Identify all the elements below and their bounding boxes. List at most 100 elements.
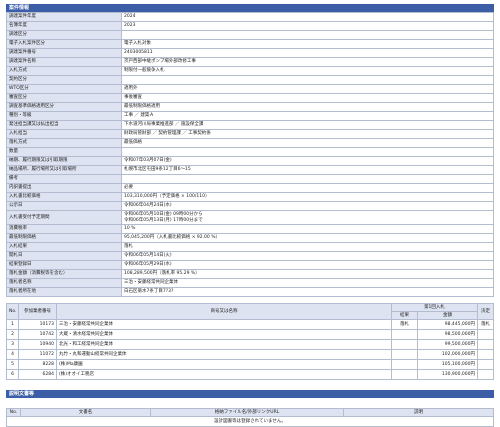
info-label: 審査区分: [6, 93, 122, 103]
info-row: 発注担当課又は払出担当 下水道河川局事業推進部 ／ 施設保全課: [6, 120, 494, 130]
bid-decision: 落札: [477, 319, 494, 330]
docs-col-doc-name: 文書名: [20, 408, 151, 417]
info-row: 落札者名称 三治・安藤経常共同企業体: [6, 278, 494, 288]
info-row: 入札結果 落札: [6, 242, 494, 252]
bid-amount: 99,500,000円: [417, 339, 478, 350]
info-row: 契約区分: [6, 75, 494, 85]
docs-table: No. 文書名 格納ファイル名/外部リンクURL 説明 設計図書等は登録されてい…: [6, 408, 494, 427]
info-value: 2403005811: [121, 48, 494, 58]
info-label: 公示日: [6, 201, 122, 211]
info-value: 財政局管財部 ／ 契約管理課 ／ 工事契約係: [121, 129, 494, 139]
bid-bidder-no: 10940: [18, 339, 57, 350]
info-label: 調達案件名称: [6, 57, 122, 67]
docs-header: 説明文書等: [6, 390, 494, 398]
info-value: 108,289,500円（落札率 95.29 %）: [121, 269, 494, 279]
info-row: 調達案件名称 茨戸西部中継ポンプ場外部改修工事: [6, 57, 494, 67]
info-value: 最低制限価格適用: [121, 102, 494, 112]
bid-row: 4 11072 丸竹・丸和運動山経常共同企業体 102,000,000円: [6, 349, 494, 360]
docs-col-file-link: 格納ファイル名/外部リンクURL: [150, 408, 344, 417]
bid-result: 落札: [391, 319, 418, 330]
bid-no: 2: [6, 329, 19, 340]
info-value: 2024: [121, 12, 494, 22]
col-round-1: 第1回入札: [391, 303, 478, 312]
main-content: 案件情報 調達案件年度 2024 名簿年度 2023 調達区分 電子入札案件区分 電子入札対…: [6, 4, 494, 427]
info-row: 名簿年度 2023: [6, 21, 494, 31]
info-row: 納期、履行期限又は引取期限 令和07年03月07日(金): [6, 156, 494, 166]
info-value: 茨戸西部中継ポンプ場外部改修工事: [121, 57, 494, 67]
bid-decision: [477, 339, 494, 350]
info-label: 調査基準価格適用区分: [6, 102, 122, 112]
case-info-header: 案件情報: [6, 4, 494, 12]
info-label: 落札者所在地: [6, 287, 122, 297]
info-label: 電子入札案件区分: [6, 39, 122, 49]
info-label: WTO区分: [6, 84, 122, 94]
info-label: 調達案件番号: [6, 48, 122, 58]
bid-row: 5 8228 (株)Ma康園 105,100,000円: [6, 359, 494, 370]
info-label: 数量: [6, 147, 122, 157]
info-label: 結果登録日: [6, 260, 122, 270]
bid-name: 三治・安藤経常共同企業体: [56, 319, 392, 330]
info-value: 電子入札対象: [121, 39, 494, 49]
docs-col-no: No.: [6, 408, 21, 417]
info-value: 令和06年04月24日(水): [121, 201, 494, 211]
bid-row: 2 10742 大蔵・清水経常共同企業体 98,500,000円: [6, 329, 494, 340]
bid-no: 5: [6, 359, 19, 370]
bid-row: 1 10173 三治・安藤経常共同企業体 落札 98,445,000円 落札: [6, 319, 494, 330]
info-value: 三治・安藤経常共同企業体: [121, 278, 494, 288]
bid-result: [391, 359, 418, 370]
info-label: 名簿年度: [6, 21, 122, 31]
info-value: 工事 ／ 建築Ａ: [121, 111, 494, 121]
info-label: 入札結果: [6, 242, 122, 252]
bid-bidder-no: 8228: [18, 359, 57, 370]
info-value: 札幌市北区屯田9条12丁目6～15: [121, 165, 494, 175]
info-value: [121, 174, 494, 184]
info-label: 落札金額（消費税等を含む）: [6, 269, 122, 279]
bid-name: 丸竹・丸和運動山経常共同企業体: [56, 349, 392, 360]
info-value: 令和06年05月29日(水): [121, 260, 494, 270]
info-value: 白石区菊水7条丁目7?3?: [121, 287, 494, 297]
docs-empty-row: 設計図書等は登録されていません。: [6, 416, 494, 427]
info-value: 必要: [121, 183, 494, 193]
info-value: 令和06年05月10日(金) 09時00分から 令和06年05月13日(月) 17…: [121, 210, 494, 225]
info-row: 審査区分 事後審査: [6, 93, 494, 103]
bid-bidder-no: 10742: [18, 329, 57, 340]
info-value: 令和07年03月07日(金): [121, 156, 494, 166]
info-row: 調達区分: [6, 30, 494, 40]
info-label: 調達案件年度: [6, 12, 122, 22]
bid-result: [391, 329, 418, 340]
bid-no: 1: [6, 319, 19, 330]
info-label: 落札者名称: [6, 278, 122, 288]
info-value: [121, 75, 494, 85]
info-value: [121, 30, 494, 40]
bid-result: [391, 339, 418, 350]
info-row: 公示日 令和06年04月24日(水): [6, 201, 494, 211]
info-value-line2: 令和06年05月13日(月) 17時00分まで: [124, 217, 203, 223]
info-value: 95,045,200円（入札書比較価格 × 92.00 %）: [121, 233, 494, 243]
info-value: 103,310,000円（予定価格 × 100/110）: [121, 192, 494, 202]
info-value: 事後審査: [121, 93, 494, 103]
bid-amount: 102,000,000円: [417, 349, 478, 360]
col-name: 商号又は名称: [56, 303, 392, 320]
bid-amount: 130,900,000円: [417, 369, 478, 380]
info-row: 調査基準価格適用区分 最低制限価格適用: [6, 102, 494, 112]
info-row: 電子入札案件区分 電子入札対象: [6, 39, 494, 49]
info-value: 制限付一般競争入札: [121, 66, 494, 76]
info-value: 2023: [121, 21, 494, 31]
bid-results-table: No. 参加業者番号 商号又は名称 第1回入札 決定 結果 金額 1 10173 三…: [6, 303, 494, 380]
info-label: 入札書受付予定期間: [6, 210, 122, 225]
docs-empty-message: 設計図書等は登録されていません。: [6, 416, 494, 427]
info-row: 落札者所在地 白石区菊水7条丁目7?3?: [6, 287, 494, 297]
info-label: 発注担当課又は払出担当: [6, 120, 122, 130]
bid-amount: 98,500,000円: [417, 329, 478, 340]
info-row: 納品場所、履行場所又は引取場所 札幌市北区屯田9条12丁目6～15: [6, 165, 494, 175]
bid-no: 6: [6, 369, 19, 380]
col-decision: 決定: [477, 303, 494, 320]
info-row: 入札書受付予定期間 令和06年05月10日(金) 09時00分から 令和06年05月…: [6, 210, 494, 225]
bid-name: 大蔵・清水経常共同企業体: [56, 329, 392, 340]
info-row: 入札方式 制限付一般競争入札: [6, 66, 494, 76]
info-value: [121, 147, 494, 157]
info-row: 開札日 令和06年05月14日(火): [6, 251, 494, 261]
info-value: 落札: [121, 242, 494, 252]
info-row: 調達案件年度 2024: [6, 12, 494, 22]
info-label: 入札方式: [6, 66, 122, 76]
